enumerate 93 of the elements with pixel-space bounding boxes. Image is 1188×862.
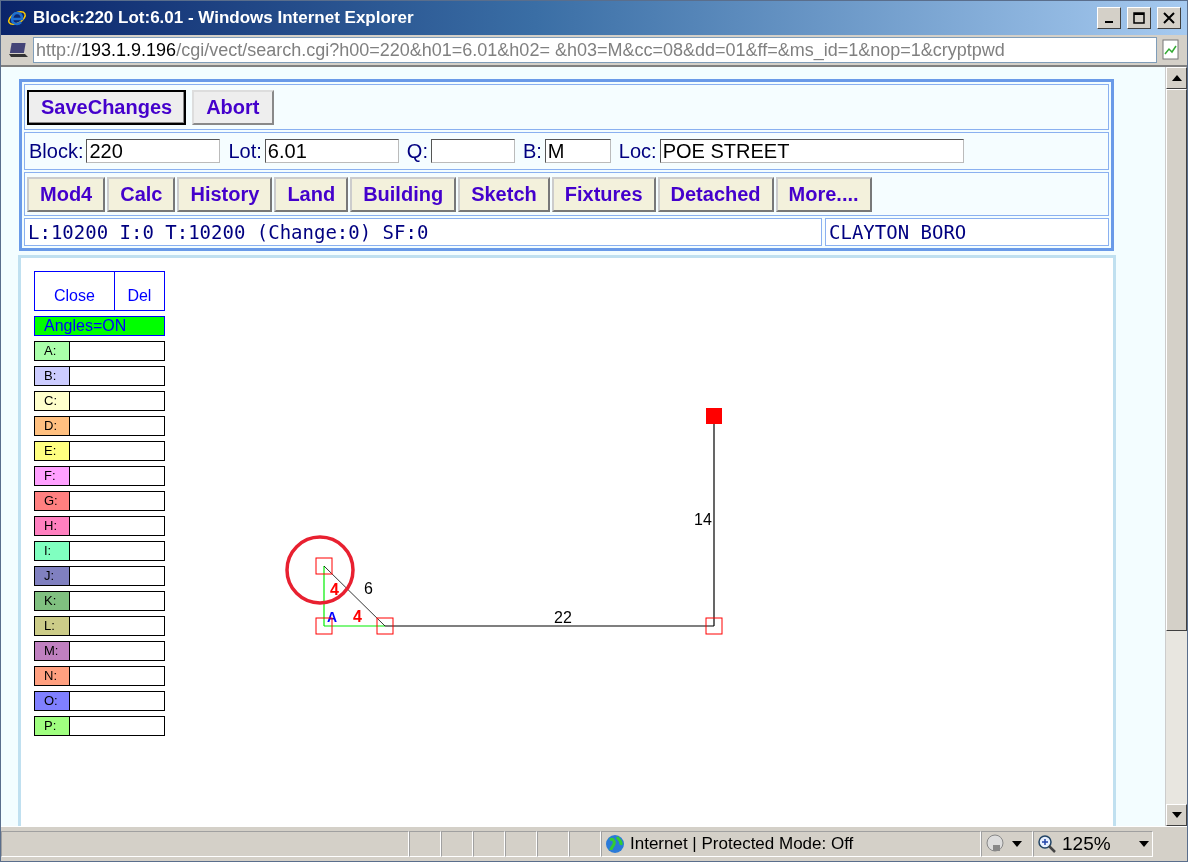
nav-button[interactable]: Building: [350, 176, 457, 212]
area-row[interactable]: M:: [34, 641, 165, 661]
globe-icon: [605, 834, 625, 854]
dimension-label: 4: [330, 581, 339, 598]
palette-button[interactable]: Del: [113, 272, 164, 310]
area-swatch: H:: [35, 517, 70, 535]
zone-status: Internet | Protected Mode: Off: [630, 834, 854, 854]
status-pane: [441, 831, 473, 857]
area-row[interactable]: H:: [34, 516, 165, 536]
text-field[interactable]: [430, 139, 515, 163]
text-field[interactable]: POE STREET: [659, 139, 964, 163]
area-row[interactable]: N:: [34, 666, 165, 686]
area-swatch: B:: [35, 367, 70, 385]
action-button[interactable]: SaveChanges: [27, 89, 187, 125]
status-pane: [473, 831, 505, 857]
caret-icon: [1012, 841, 1022, 847]
municipality-label: CLAYTON BORO: [825, 218, 1109, 246]
current-point-marker[interactable]: [706, 408, 722, 424]
nav-button[interactable]: More....: [775, 176, 872, 212]
zoom-icon[interactable]: [1037, 834, 1057, 854]
area-row[interactable]: J:: [34, 566, 165, 586]
area-swatch: K:: [35, 592, 70, 610]
dimension-label: 22: [554, 609, 572, 626]
area-row[interactable]: E:: [34, 441, 165, 461]
maximize-icon: [1133, 12, 1145, 24]
close-button[interactable]: [1157, 7, 1181, 29]
minimize-button[interactable]: [1097, 7, 1121, 29]
maximize-button[interactable]: [1127, 7, 1151, 29]
area-row[interactable]: D:: [34, 416, 165, 436]
dimension-label: 14: [694, 511, 712, 528]
area-swatch: J:: [35, 567, 70, 585]
address-field[interactable]: http://193.1.9.196/cgi/vect/search.cgi?h00=220&h01=6.01&h02= &h03=M&cc=08&dd=01&ff=&ms_id=1&nop=1&cryptpwd: [33, 37, 1157, 63]
status-pane: [537, 831, 569, 857]
scrollbar[interactable]: [1165, 67, 1187, 826]
action-button[interactable]: Abort: [192, 89, 274, 125]
nav-button[interactable]: Land: [274, 176, 349, 212]
area-row[interactable]: F:: [34, 466, 165, 486]
angles-toggle[interactable]: Angles=ON: [34, 316, 165, 336]
status-pane: [505, 831, 537, 857]
minimize-icon: [1105, 21, 1113, 23]
field-label: Q:: [406, 139, 428, 163]
area-swatch: D:: [35, 417, 70, 435]
area-swatch: M:: [35, 642, 70, 660]
area-row[interactable]: A:: [34, 341, 165, 361]
area-swatch: G:: [35, 492, 70, 510]
area-row[interactable]: G:: [34, 491, 165, 511]
field-label: B:: [522, 139, 542, 163]
nav-button[interactable]: Calc: [107, 176, 176, 212]
value-summary: L:10200 I:0 T:10200 (Change:0) SF:0: [24, 218, 822, 246]
security-icon[interactable]: [985, 834, 1007, 854]
dimension-label: 4: [353, 608, 362, 625]
laptop-icon: [7, 41, 29, 59]
area-row[interactable]: O:: [34, 691, 165, 711]
nav-button[interactable]: Sketch: [458, 176, 550, 212]
vertex-handle[interactable]: [705, 617, 723, 635]
up-arrow-icon: [1171, 75, 1182, 81]
area-row[interactable]: I:: [34, 541, 165, 561]
area-swatch: P:: [35, 717, 70, 735]
selection-circle: [285, 535, 355, 605]
nav-button[interactable]: Mod4: [27, 176, 106, 212]
caret-icon: [1139, 841, 1149, 847]
browser-logo-icon: [7, 8, 27, 28]
area-swatch: A:: [35, 342, 70, 360]
page-icon[interactable]: [1161, 39, 1181, 61]
nav-button[interactable]: Fixtures: [551, 176, 656, 212]
vertex-handle[interactable]: [315, 557, 333, 575]
area-swatch: I:: [35, 542, 70, 560]
area-swatch: C:: [35, 392, 70, 410]
window-title: Block:220 Lot:6.01 - Windows Internet Explorer: [33, 8, 415, 28]
field-label: Loc:: [618, 139, 657, 163]
nav-button[interactable]: History: [177, 176, 273, 212]
area-swatch: O:: [35, 692, 70, 710]
field-label: Lot:: [228, 139, 262, 163]
area-row[interactable]: P:: [34, 716, 165, 736]
down-arrow-icon: [1171, 812, 1182, 818]
close-icon: [1163, 12, 1175, 24]
text-field[interactable]: 220: [86, 139, 221, 163]
vertex-handle[interactable]: [376, 617, 394, 635]
area-row[interactable]: C:: [34, 391, 165, 411]
area-row[interactable]: B:: [34, 366, 165, 386]
dimension-label: 6: [364, 580, 373, 597]
area-swatch: N:: [35, 667, 70, 685]
field-label: Block:: [29, 139, 84, 163]
text-field[interactable]: M: [544, 139, 611, 163]
area-row[interactable]: L:: [34, 616, 165, 636]
area-swatch: L:: [35, 617, 70, 635]
nav-button[interactable]: Detached: [657, 176, 774, 212]
text-field[interactable]: 6.01: [264, 139, 399, 163]
palette-button[interactable]: Close: [35, 272, 114, 310]
area-label: A: [327, 609, 338, 625]
area-swatch: F:: [35, 467, 70, 485]
area-swatch: E:: [35, 442, 70, 460]
area-row[interactable]: K:: [34, 591, 165, 611]
